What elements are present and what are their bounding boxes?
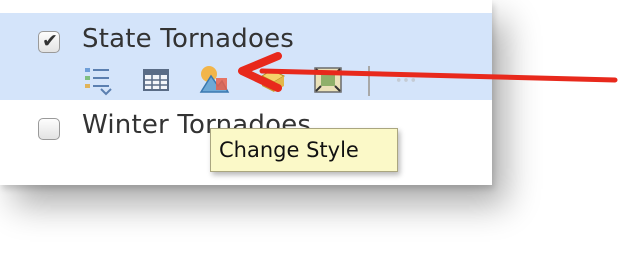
annotation-arrow-icon bbox=[238, 52, 618, 92]
stage: ✔ State Tornadoes Winter Tornadoes Chang… bbox=[0, 0, 624, 253]
